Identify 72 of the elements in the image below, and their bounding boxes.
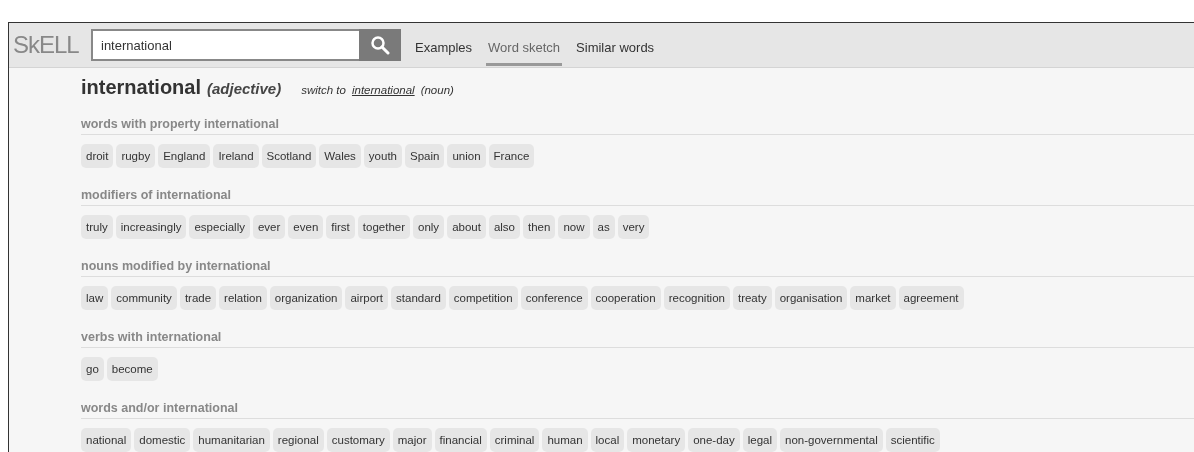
word-chip[interactable]: about: [447, 215, 486, 239]
section-title: modifiers of international: [81, 180, 1194, 206]
word-chip[interactable]: Spain: [405, 144, 445, 168]
word-chip[interactable]: even: [288, 215, 324, 239]
word-chip[interactable]: France: [488, 144, 535, 168]
word-chip[interactable]: market: [850, 286, 896, 310]
word-chip[interactable]: then: [523, 215, 556, 239]
section-title: words with property international: [81, 109, 1194, 135]
word-chip[interactable]: youth: [363, 144, 402, 168]
section-title: nouns modified by international: [81, 251, 1194, 277]
word-chip[interactable]: conference: [520, 286, 588, 310]
word-chip[interactable]: especially: [189, 215, 250, 239]
tab[interactable]: Similar words: [574, 30, 657, 66]
word-chip[interactable]: trade: [179, 286, 217, 310]
word-chip[interactable]: increasingly: [115, 215, 187, 239]
switch-part-of-speech: (noun): [420, 84, 454, 96]
headword: international: [81, 76, 201, 99]
word-chip[interactable]: together: [357, 215, 410, 239]
word-chip[interactable]: legal: [742, 428, 777, 452]
word-chip[interactable]: relation: [219, 286, 267, 310]
word-chip[interactable]: humanitarian: [193, 428, 270, 452]
word-chip[interactable]: rugby: [116, 144, 156, 168]
word-chip[interactable]: law: [81, 286, 109, 310]
word-chip[interactable]: droit: [81, 144, 114, 168]
word-chip[interactable]: community: [111, 286, 177, 310]
section-title: verbs with international: [81, 322, 1194, 348]
word-chip[interactable]: only: [413, 215, 445, 239]
word-chip[interactable]: agreement: [898, 286, 964, 310]
word-chip[interactable]: standard: [391, 286, 446, 310]
word-chip[interactable]: union: [447, 144, 486, 168]
section-title: words and/or international: [81, 393, 1194, 419]
word-chip[interactable]: cooperation: [590, 286, 661, 310]
word-chip[interactable]: non-governmental: [780, 428, 883, 452]
word-chip[interactable]: one-day: [688, 428, 740, 452]
switch-label: switch to: [301, 84, 346, 96]
word-chip[interactable]: first: [326, 215, 355, 239]
word-chip[interactable]: also: [488, 215, 520, 239]
word-chip[interactable]: criminal: [489, 428, 540, 452]
word-chip[interactable]: financial: [434, 428, 487, 452]
word-chip[interactable]: organisation: [774, 286, 848, 310]
word-chip[interactable]: as: [592, 215, 615, 239]
word-chip[interactable]: major: [392, 428, 432, 452]
word-chip[interactable]: organization: [269, 286, 343, 310]
word-chip[interactable]: truly: [81, 215, 113, 239]
word-chip[interactable]: national: [81, 428, 132, 452]
word-chip[interactable]: ever: [252, 215, 286, 239]
switch-link[interactable]: international: [351, 84, 415, 96]
word-chip[interactable]: recognition: [663, 286, 730, 310]
search-icon: [370, 35, 390, 55]
word-chip[interactable]: human: [542, 428, 588, 452]
word-chip[interactable]: regional: [272, 428, 324, 452]
word-chip[interactable]: domestic: [134, 428, 191, 452]
word-chip[interactable]: England: [158, 144, 211, 168]
tab[interactable]: Word sketch: [486, 30, 563, 66]
word-chip[interactable]: competition: [448, 286, 518, 310]
word-chip[interactable]: treaty: [732, 286, 772, 310]
word-chip[interactable]: very: [617, 215, 650, 239]
word-chip[interactable]: now: [558, 215, 590, 239]
word-chip[interactable]: Scotland: [261, 144, 317, 168]
word-chip[interactable]: monetary: [627, 428, 686, 452]
word-chip[interactable]: Ireland: [213, 144, 259, 168]
part-of-speech: (adjective): [207, 80, 282, 97]
word-chip[interactable]: local: [590, 428, 625, 452]
word-chip[interactable]: Wales: [319, 144, 361, 168]
search-field[interactable]: international: [91, 29, 359, 61]
tab[interactable]: Examples: [413, 30, 475, 66]
word-chip[interactable]: become: [106, 357, 158, 381]
search-button[interactable]: [359, 29, 401, 61]
word-chip[interactable]: scientific: [885, 428, 940, 452]
word-chip[interactable]: airport: [345, 286, 389, 310]
word-chip[interactable]: go: [81, 357, 104, 381]
word-chip[interactable]: customary: [326, 428, 390, 452]
